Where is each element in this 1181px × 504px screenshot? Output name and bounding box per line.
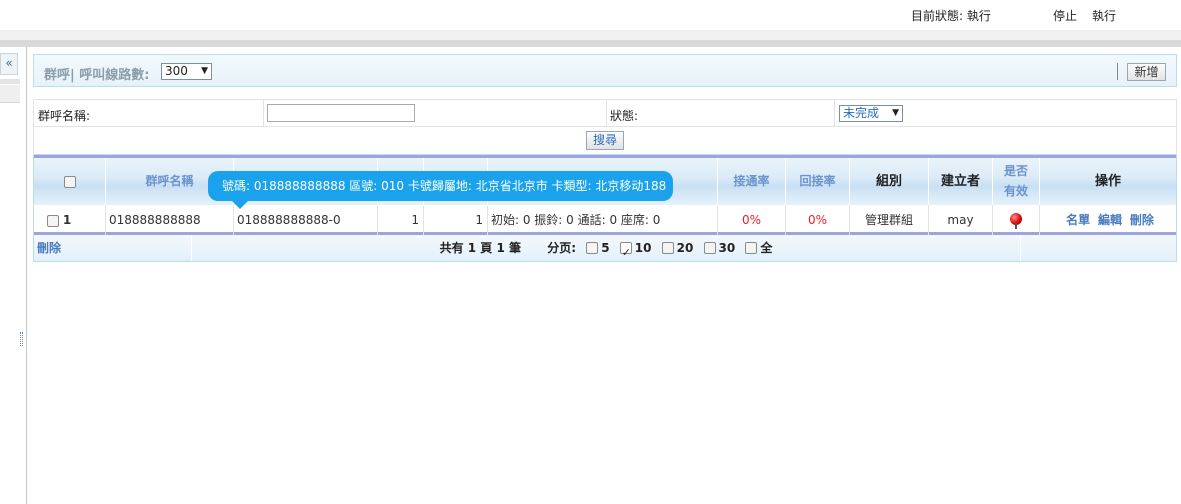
page-size-option[interactable]: 全 xyxy=(745,241,772,255)
header-valid-line2: 有效 xyxy=(1003,184,1028,198)
page-size-option[interactable]: 5 xyxy=(586,241,610,255)
collapse-sidebar-icon[interactable]: « xyxy=(0,53,18,75)
row-select-cell: 1 xyxy=(34,205,106,235)
header-connect-rate[interactable]: 接通率 xyxy=(718,158,786,205)
delete-link[interactable]: 刪除 xyxy=(1130,213,1154,227)
left-panel-strip xyxy=(0,85,20,103)
row-col4: 1 xyxy=(378,205,424,235)
header-creator: 建立者 xyxy=(929,158,993,205)
select-all-checkbox[interactable] xyxy=(63,175,76,188)
header-callback-rate[interactable]: 回接率 xyxy=(786,158,850,205)
resize-grip-icon[interactable] xyxy=(20,332,23,346)
header-group: 組別 xyxy=(850,158,929,205)
status-select[interactable]: 未完成 ▼ xyxy=(839,105,903,122)
row-name: 018888888888 xyxy=(106,205,234,235)
row-checkbox[interactable] xyxy=(47,214,59,227)
cell-divider xyxy=(606,100,607,127)
page-size-checkbox-checked[interactable] xyxy=(619,240,632,266)
list-link[interactable]: 名單 xyxy=(1066,213,1090,227)
number-tooltip: 號碼: 018888888888 區號: 010 卡號歸屬地: 北京省北京市 卡… xyxy=(208,171,673,223)
row-col5: 1 xyxy=(424,205,488,235)
stop-button[interactable]: 停止 xyxy=(1053,7,1077,24)
page-size-checkbox[interactable] xyxy=(661,241,674,254)
filter-row: 群呼名稱: 狀態: 未完成 ▼ xyxy=(34,100,1176,127)
dropdown-arrow-icon: ▼ xyxy=(201,66,208,76)
red-pin-icon[interactable] xyxy=(1010,212,1022,229)
footer-delete-cell: 刪除 xyxy=(34,235,192,261)
pager: 共有 1 頁 1 筆 分页: 5 10 20 30 全 xyxy=(192,235,1021,266)
header-band xyxy=(0,30,1181,40)
run-button[interactable]: 執行 xyxy=(1092,7,1116,24)
status-value: 未完成 xyxy=(843,106,880,120)
search-row: 搜尋 xyxy=(34,127,1176,153)
header-divider xyxy=(0,40,1181,47)
page-size-checkbox[interactable] xyxy=(745,241,758,254)
row-index: 1 xyxy=(62,213,72,227)
toolbar-separator xyxy=(1117,63,1118,80)
dropdown-arrow-icon: ▼ xyxy=(892,108,899,118)
page-size-option[interactable]: 30 xyxy=(703,241,735,255)
page-size-label: 分页: xyxy=(547,241,576,255)
row-connect-rate: 0% xyxy=(718,205,786,235)
page-summary: 共有 1 頁 1 筆 xyxy=(439,241,521,255)
cell-divider xyxy=(834,100,835,127)
cell-divider xyxy=(263,100,264,127)
row-actions: 名單 編輯 刪除 xyxy=(1040,205,1176,235)
add-button[interactable]: 新增 xyxy=(1127,63,1166,81)
main-content: 群呼| 呼叫線路數: 300 ▼ 新增 群呼名稱: 狀態: 未完成 ▼ 搜尋 群… xyxy=(33,54,1177,266)
row-stats: 初始: 0 振鈴: 0 通話: 0 座席: 0 xyxy=(488,205,718,235)
header-actions: 操作 xyxy=(1094,174,1121,189)
top-bar: 目前狀態: 執行 停止 執行 xyxy=(0,0,1181,30)
batch-delete-link[interactable]: 刪除 xyxy=(37,241,61,255)
line-count-value: 300 xyxy=(165,64,188,78)
header-select-all xyxy=(34,158,106,205)
row-callback-rate: 0% xyxy=(786,205,850,235)
run-status: 目前狀態: 執行 xyxy=(911,9,991,23)
name-input[interactable] xyxy=(267,104,415,122)
name-label: 群呼名稱: xyxy=(38,109,91,123)
left-panel-strip xyxy=(0,79,20,84)
left-panel: « xyxy=(0,47,27,504)
row-valid xyxy=(993,205,1040,235)
header-valid[interactable]: 是否 有效 xyxy=(993,158,1040,205)
header-valid-line1: 是否 xyxy=(1003,164,1028,178)
footer-empty-cell xyxy=(1021,235,1176,261)
row-number[interactable]: 018888888888-0 xyxy=(234,205,378,235)
status-label: 狀態: xyxy=(610,109,639,123)
page-size-checkbox[interactable] xyxy=(586,241,599,254)
edit-link[interactable]: 編輯 xyxy=(1098,213,1122,227)
page-title: 群呼| 呼叫線路數: xyxy=(44,68,150,83)
table-row: 1 018888888888 018888888888-0 1 1 初始: 0 … xyxy=(34,205,1176,235)
row-creator: may xyxy=(929,205,993,235)
title-bar: 群呼| 呼叫線路數: 300 ▼ 新增 xyxy=(33,54,1177,87)
line-count-select[interactable]: 300 ▼ xyxy=(161,63,212,80)
page-size-option[interactable]: 10 xyxy=(619,240,651,266)
page-size-checkbox[interactable] xyxy=(703,241,716,254)
table-footer: 刪除 共有 1 頁 1 筆 分页: 5 10 20 30 全 xyxy=(34,235,1176,266)
filter-form: 群呼名稱: 狀態: 未完成 ▼ 搜尋 xyxy=(33,99,1177,153)
row-group: 管理群組 xyxy=(850,205,929,235)
search-button[interactable]: 搜尋 xyxy=(586,131,624,150)
page-size-option[interactable]: 20 xyxy=(661,241,693,255)
